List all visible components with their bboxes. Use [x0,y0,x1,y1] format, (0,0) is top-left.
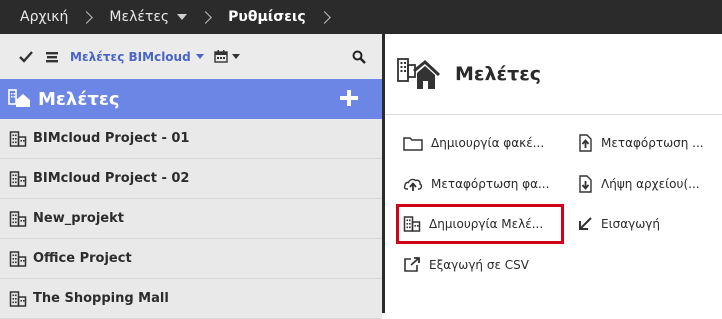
caret-down-icon[interactable] [231,54,240,59]
search-icon[interactable] [352,49,366,68]
chevron-right-icon [199,10,213,24]
breadcrumb-home[interactable]: Αρχική [20,9,68,25]
folder-icon [403,135,423,151]
export-csv-label: Εξαγωγή σε CSV [429,258,529,272]
building-icon [9,130,27,148]
project-name: BIMcloud Project - 01 [33,131,190,146]
import-button[interactable]: Εισαγωγή [577,210,719,238]
breadcrumb-projects-label: Μελέτες [109,9,170,25]
create-folder-label: Δημιουργία φακέ... [431,136,545,150]
download-icon [577,175,593,193]
upload-project-label: Μεταφόρτωση ... [601,136,704,150]
building-icon [9,290,27,308]
calendar-icon[interactable] [213,50,228,63]
upload-file-label: Μεταφόρτωση φα... [431,177,550,191]
list-item[interactable]: New_projekt [0,199,382,239]
projects-header-title: Μελέτες [38,88,120,110]
chevron-right-icon [317,10,331,24]
list-item[interactable]: The Shopping Mall [0,279,382,319]
import-arrow-icon [577,216,593,232]
project-name: BIMcloud Project - 02 [33,171,190,186]
cloud-upload-icon [403,176,423,192]
list-item[interactable]: BIMcloud Project - 02 [0,159,382,199]
list-item[interactable]: BIMcloud Project - 01 [0,119,382,159]
building-icon [9,250,27,268]
download-file-label: Λήψη αρχείου(... [601,177,700,191]
sidebar-toolbar: Μελέτες BIMcloud [0,34,382,79]
highlight-box [396,204,564,244]
caret-down-icon[interactable] [177,14,188,20]
right-panel-title: Μελέτες [455,63,542,85]
project-filter-dropdown[interactable]: Μελέτες BIMcloud [70,50,191,64]
create-folder-button[interactable]: Δημιουργία φακέ... [403,129,563,157]
project-name: The Shopping Mall [33,291,169,306]
download-file-button[interactable]: Λήψη αρχείου(... [577,170,719,198]
upload-icon [577,134,593,152]
building-icon [9,210,27,228]
projects-sidebar: Μελέτες BIMcloud Μελέτες BIMcloud Projec… [0,34,382,319]
export-icon [403,257,421,273]
projects-header: Μελέτες [0,79,382,119]
right-panel-header: Μελέτες [385,34,722,114]
divider [385,114,722,115]
list-item[interactable]: Office Project [0,239,382,279]
project-name: Office Project [33,251,132,266]
caret-down-icon[interactable] [195,54,204,59]
export-csv-button[interactable]: Εξαγωγή σε CSV [403,251,603,279]
projects-folder-icon [395,51,441,97]
stack-icon[interactable] [44,49,60,65]
project-actions-panel: Μελέτες Δημιουργία φακέ... Μεταφόρτωση .… [385,34,722,313]
breadcrumb: Αρχική Μελέτες Ρυθμίσεις [0,0,722,34]
building-icon [9,170,27,188]
project-name: New_projekt [33,211,124,226]
project-list: BIMcloud Project - 01 BIMcloud Project -… [0,119,382,319]
checkmark-icon[interactable] [18,49,34,65]
upload-file-button[interactable]: Μεταφόρτωση φα... [403,170,563,198]
chevron-right-icon [80,10,94,24]
breadcrumb-settings[interactable]: Ρυθμίσεις [228,9,306,25]
add-project-icon[interactable] [338,88,360,110]
upload-project-button[interactable]: Μεταφόρτωση ... [577,129,719,157]
breadcrumb-projects[interactable]: Μελέτες [109,9,188,25]
projects-folder-icon [8,87,32,111]
import-label: Εισαγωγή [601,217,661,231]
